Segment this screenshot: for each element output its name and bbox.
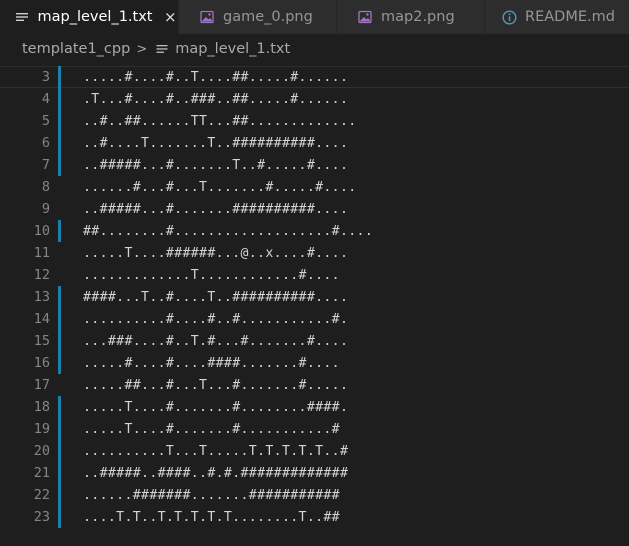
code-line[interactable]: 5 ..#..##......TT...##............. [0,110,629,132]
line-text: ..#####...#.......T..#.....#.... [83,157,349,173]
close-icon[interactable]: × [162,8,178,26]
code-line[interactable]: 11 .....T....######...@..x....#.... [0,242,629,264]
line-number: 22 [33,487,50,503]
line-number: 18 [33,399,50,415]
line-number: 14 [33,311,50,327]
line-text: ..#....T.......T..##########.... [83,135,349,151]
line-number: 3 [41,69,50,85]
text-file-icon [155,42,169,56]
line-number: 23 [33,509,50,525]
modified-marker [58,506,61,528]
code-line[interactable]: 23 ....T.T..T.T.T.T.T........T..## [0,506,629,528]
line-text: .....T....######...@..x....#.... [83,245,349,261]
tab-label: game_0.png [223,9,313,25]
modified-marker [58,440,61,462]
code-line[interactable]: 9 ..#####...#.......##########.... [0,198,629,220]
code-line[interactable]: 4 .T...#....#..###..##.....#...... [0,88,629,110]
line-number: 12 [33,267,50,283]
modified-marker [58,462,61,484]
tab-label: map_level_1.txt [37,9,153,25]
modified-marker [58,352,61,374]
line-text: .............T............#.... [83,267,340,283]
tab-map-level-1[interactable]: map_level_1.txt × [0,0,179,34]
tab-bar: map_level_1.txt × game_0.png map2.png RE… [0,0,629,34]
chevron-right-icon: > [136,41,148,57]
image-file-icon [199,9,215,25]
modified-marker [58,396,61,418]
modified-marker [58,66,61,88]
line-number: 16 [33,355,50,371]
line-text: .....#....#....####.......#.... [83,355,340,371]
code-line[interactable]: 8 ......#...#...T.......#.....#.... [0,176,629,198]
line-number: 17 [33,377,50,393]
line-number: 7 [41,157,50,173]
line-number: 5 [41,113,50,129]
modified-marker [58,154,61,176]
code-line[interactable]: 22 ......#######.......########### [0,484,629,506]
code-line[interactable]: 17 .....##...#...T...#.......#..... [0,374,629,396]
code-line[interactable]: 15 ...###....#..T.#...#.......#.... [0,330,629,352]
text-file-icon [14,9,30,25]
line-number: 11 [33,245,50,261]
image-file-icon [357,9,373,25]
line-text: ...###....#..T.#...#.......#.... [83,333,349,349]
breadcrumb-file[interactable]: map_level_1.txt [175,41,290,57]
modified-marker [58,418,61,440]
breadcrumb-folder[interactable]: template1_cpp [22,41,130,57]
line-number: 6 [41,135,50,151]
line-number: 8 [41,179,50,195]
line-text: ..#####..####..#.#.############# [83,465,349,481]
line-text: .....#....#..T....##.....#...... [83,69,349,85]
code-line[interactable]: 7 ..#####...#.......T..#.....#.... [0,154,629,176]
tab-label: README.md [525,9,615,25]
line-text: ....T.T..T.T.T.T.T........T..## [83,509,340,525]
modified-marker [58,88,61,110]
code-line[interactable]: 13 ####...T..#....T..##########.... [0,286,629,308]
modified-marker [58,308,61,330]
line-text: ##........#...................#.... [83,223,374,239]
line-text: ..........T...T.....T.T.T.T.T..# [83,443,349,459]
code-line[interactable]: 12 .............T............#.... [0,264,629,286]
modified-marker [58,330,61,352]
modified-marker [58,132,61,154]
modified-marker [58,220,61,242]
line-text: ..........#....#..#...........#. [83,311,349,327]
code-line[interactable]: 6 ..#....T.......T..##########.... [0,132,629,154]
modified-marker [58,286,61,308]
tab-label: map2.png [381,9,455,25]
code-line[interactable]: 10 ##........#...................#.... [0,220,629,242]
tab-game-0[interactable]: game_0.png [179,0,337,34]
code-line[interactable]: 20 ..........T...T.....T.T.T.T.T..# [0,440,629,462]
line-text: .T...#....#..###..##.....#...... [83,91,349,107]
line-text: .....##...#...T...#.......#..... [83,377,349,393]
line-number: 21 [33,465,50,481]
code-line[interactable]: 21 ..#####..####..#.#.############# [0,462,629,484]
code-line[interactable]: 16 .....#....#....####.......#.... [0,352,629,374]
modified-marker [58,110,61,132]
line-text: .....T....#.......#...........# [83,421,340,437]
line-text: ......#...#...T.......#.....#.... [83,179,357,195]
line-number: 13 [33,289,50,305]
line-text: ..#..##......TT...##............. [83,113,357,129]
code-line[interactable]: 19 .....T....#.......#...........# [0,418,629,440]
line-number: 10 [33,223,50,239]
line-text: ......#######.......########### [83,487,340,503]
line-number: 4 [41,91,50,107]
code-line[interactable]: 14 ..........#....#..#...........#. [0,308,629,330]
info-icon [501,9,517,25]
code-line[interactable]: 3 .....#....#..T....##.....#...... [0,66,629,88]
breadcrumb: template1_cpp > map_level_1.txt [0,34,629,64]
line-number: 15 [33,333,50,349]
line-text: .....T....#.......#........####. [83,399,349,415]
code-line[interactable]: 18 .....T....#.......#........####. [0,396,629,418]
tab-map2[interactable]: map2.png [337,0,485,34]
tab-readme[interactable]: README.md [485,0,629,34]
line-text: ..#####...#.......##########.... [83,201,349,217]
line-text: ####...T..#....T..##########.... [83,289,349,305]
line-number: 20 [33,443,50,459]
modified-marker [58,484,61,506]
line-number: 9 [41,201,50,217]
editor[interactable]: 3 .....#....#..T....##.....#...... 4 .T.… [0,64,629,546]
line-number: 19 [33,421,50,437]
